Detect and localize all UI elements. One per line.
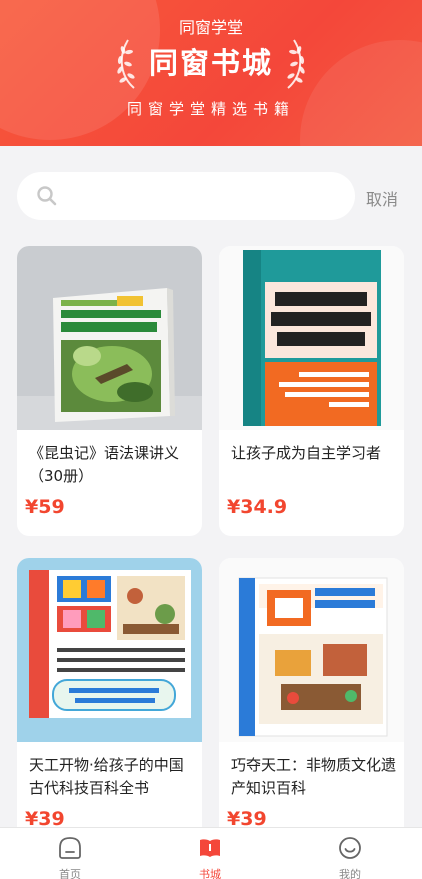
product-name: 巧夺天工：非物质文化遗产知识百科 — [231, 756, 397, 797]
product-cover-image — [219, 246, 404, 430]
search-bar: 取消 — [0, 146, 422, 242]
tab-label: 我的 — [339, 868, 361, 879]
bottom-tab-bar: 首页 书城 我的 — [0, 827, 422, 879]
product-card[interactable]: 天工开物·给孩子的中国古代科技百科全书 ¥39 — [17, 558, 202, 848]
product-name: 《昆虫记》语法课讲义（30册） — [29, 444, 180, 485]
product-card[interactable]: 巧夺天工：非物质文化遗产知识百科 ¥39 — [219, 558, 404, 848]
tab-label: 首页 — [59, 868, 81, 879]
search-icon — [37, 186, 57, 206]
product-cover-image — [219, 558, 404, 742]
search-input[interactable] — [69, 180, 339, 212]
product-card[interactable]: 让孩子成为自主学习者 ¥34.9 — [219, 246, 404, 536]
product-price: ¥59 — [25, 496, 65, 518]
cancel-button[interactable]: 取消 — [366, 186, 398, 210]
header-subtitle: 同窗学堂精选书籍 — [126, 100, 295, 118]
laurel-right-icon — [287, 39, 305, 89]
product-name: 让孩子成为自主学习者 — [231, 444, 382, 462]
tab-label: 书城 — [199, 868, 221, 879]
profile-icon — [339, 837, 361, 859]
header-top-label: 同窗学堂 — [178, 18, 243, 37]
book-icon — [200, 839, 220, 857]
product-price: ¥34.9 — [227, 496, 288, 518]
product-card[interactable]: 《昆虫记》语法课讲义（30册） ¥59 — [17, 246, 202, 536]
header-banner: 同窗学堂 同窗书城 同窗学堂精选书籍 — [0, 0, 422, 146]
page-title: 同窗书城 — [148, 46, 273, 80]
tab-profile[interactable]: 我的 — [290, 828, 410, 879]
home-icon — [59, 837, 81, 859]
product-cover-image — [17, 558, 202, 742]
tab-bookstore[interactable]: 书城 — [150, 828, 270, 879]
tab-home[interactable]: 首页 — [10, 828, 130, 879]
search-box[interactable] — [17, 172, 355, 220]
product-name: 天工开物·给孩子的中国古代科技百科全书 — [29, 756, 184, 797]
product-cover-image — [17, 246, 202, 430]
